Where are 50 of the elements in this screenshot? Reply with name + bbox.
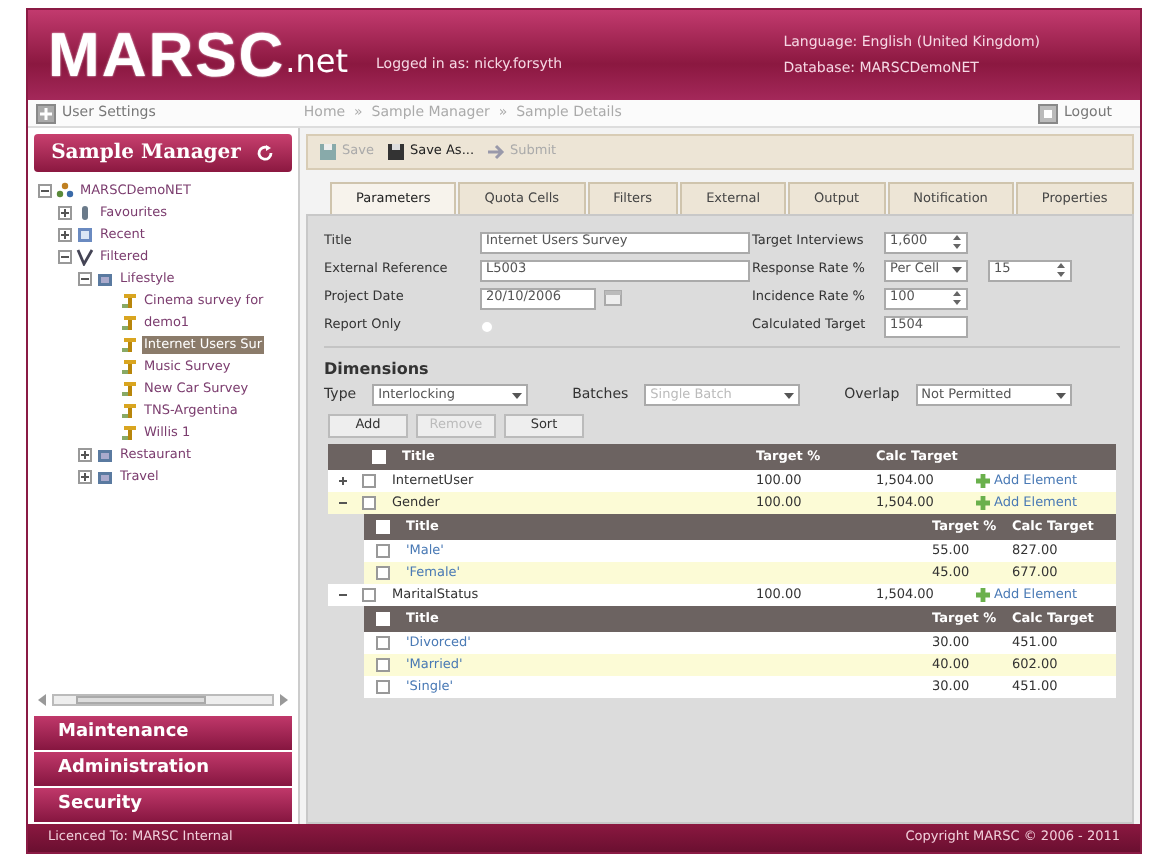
submit-icon [486, 142, 507, 162]
row-checkbox[interactable] [362, 496, 376, 510]
dropdown-arrow-icon [784, 391, 795, 399]
spin-arrows-icon [1056, 262, 1066, 278]
expand-icon[interactable] [78, 470, 92, 484]
select-all-checkbox[interactable] [376, 520, 390, 534]
collapse-icon[interactable] [78, 272, 92, 286]
section-button[interactable]: Maintenance [34, 716, 292, 750]
logo: MARSC [48, 24, 286, 86]
row-checkbox[interactable] [376, 566, 390, 580]
collapse-icon[interactable] [58, 250, 72, 264]
logo-suffix: .net [285, 39, 349, 83]
row-checkbox[interactable] [376, 636, 390, 650]
row-checkbox[interactable] [376, 544, 390, 558]
dropdown-arrow-icon [1055, 391, 1066, 399]
save-icon [318, 142, 338, 162]
row-checkbox[interactable] [376, 680, 390, 694]
collapse-icon[interactable] [38, 184, 52, 198]
network-icon [56, 182, 74, 200]
select-all-checkbox[interactable] [376, 612, 390, 626]
row-checkbox[interactable] [362, 588, 376, 602]
expand-icon[interactable] [336, 474, 350, 488]
section-heading: Dimensions [324, 358, 431, 382]
expand-icon[interactable] [58, 228, 72, 242]
sidebar-title: Sample Manager [51, 140, 241, 168]
plus-icon [976, 474, 990, 488]
collapse-icon[interactable] [336, 588, 350, 602]
calendar-icon [604, 290, 622, 306]
plus-icon [976, 588, 990, 602]
expand-icon[interactable] [78, 448, 92, 462]
dropdown-arrow-icon [952, 266, 962, 274]
checkbox[interactable] [480, 319, 494, 333]
scroll-left-icon [38, 694, 46, 706]
row-checkbox[interactable] [362, 474, 376, 488]
dropdown-arrow-icon [512, 391, 523, 399]
save-as-icon [385, 142, 406, 162]
spin-arrows-icon [952, 290, 962, 306]
spin-arrows-icon [952, 234, 962, 250]
scrollbar-track[interactable] [52, 694, 274, 706]
filter-icon [76, 248, 94, 266]
expand-icon[interactable] [58, 206, 72, 220]
plus-icon [976, 496, 990, 510]
scroll-right-icon [280, 694, 288, 706]
section-button[interactable]: Security [34, 788, 292, 822]
select-all-checkbox[interactable] [372, 450, 386, 464]
collapse-icon[interactable] [336, 496, 350, 510]
scrollbar-thumb[interactable] [75, 696, 207, 704]
refresh-icon [256, 144, 275, 162]
section-button[interactable]: Administration [34, 752, 292, 786]
row-checkbox[interactable] [376, 658, 390, 672]
